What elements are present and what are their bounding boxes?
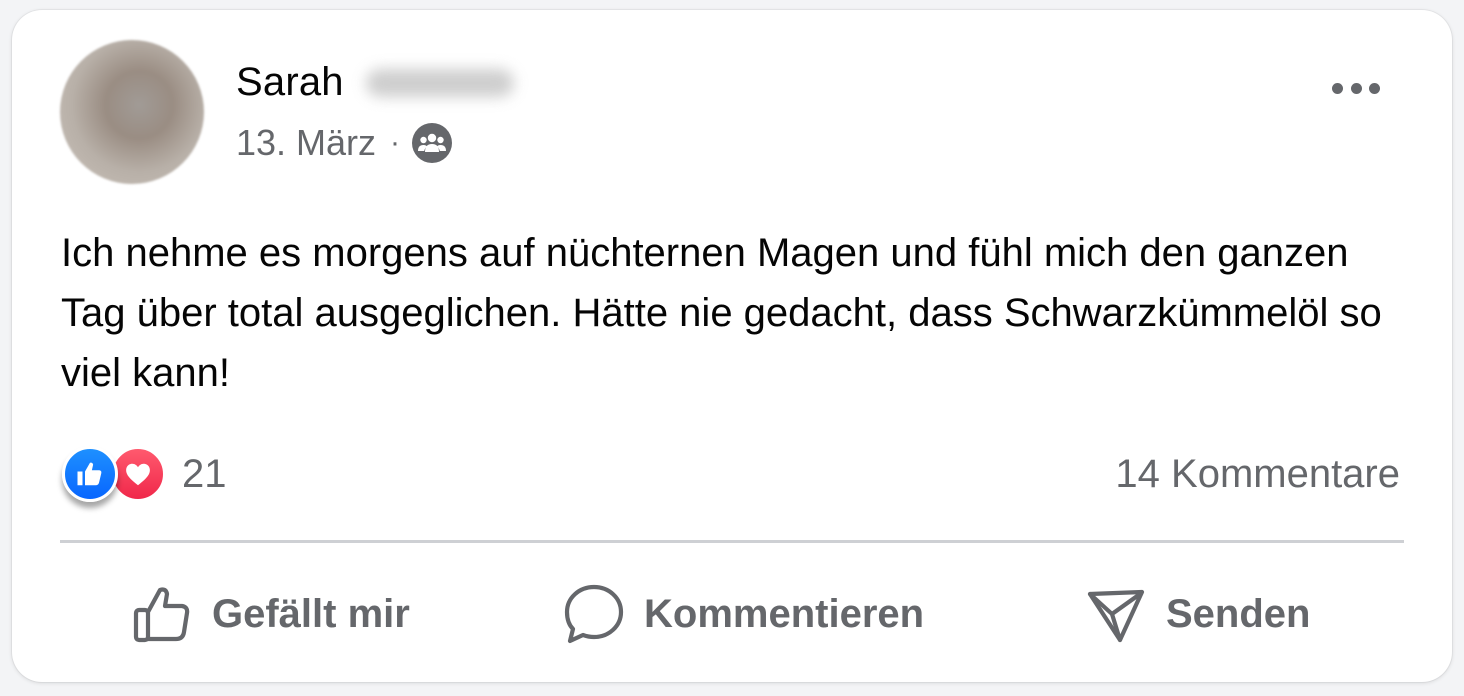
comment-bubble-icon	[562, 582, 626, 646]
like-button[interactable]: Gefällt mir	[130, 582, 410, 646]
send-button[interactable]: Senden	[1084, 582, 1310, 646]
post-date[interactable]: 13. März	[236, 122, 376, 164]
send-paper-plane-icon	[1084, 582, 1148, 646]
meta-separator: ·	[390, 126, 401, 159]
love-reaction-icon	[110, 446, 166, 502]
like-label: Gefällt mir	[212, 591, 410, 636]
author-row: Sarah	[236, 60, 514, 105]
post-actions: Gefällt mir Kommentieren Senden	[60, 558, 1404, 670]
reaction-count: 21	[182, 451, 227, 496]
divider	[60, 540, 1404, 543]
redacted-surname	[365, 68, 514, 97]
friends-group-icon[interactable]	[412, 123, 453, 163]
thumbs-up-icon	[130, 582, 194, 646]
comment-button[interactable]: Kommentieren	[562, 582, 924, 646]
reactions-summary[interactable]: 21	[62, 446, 227, 502]
more-options-button[interactable]	[1324, 68, 1388, 108]
avatar[interactable]	[60, 40, 204, 184]
post-card: Sarah 13. März · Ich nehme es morgens au…	[12, 10, 1452, 682]
author-name[interactable]: Sarah	[236, 60, 344, 105]
more-dot-icon	[1332, 82, 1343, 94]
post-text: Ich nehme es morgens auf nüchternen Mage…	[61, 231, 1382, 395]
more-dot-icon	[1369, 82, 1380, 94]
more-dot-icon	[1350, 82, 1362, 94]
post-meta: 13. März ·	[236, 122, 453, 164]
send-label: Senden	[1166, 591, 1311, 636]
comments-count-link[interactable]: 14 Kommentare	[1115, 452, 1400, 497]
comment-label: Kommentieren	[644, 591, 925, 636]
like-reaction-icon	[62, 446, 118, 502]
